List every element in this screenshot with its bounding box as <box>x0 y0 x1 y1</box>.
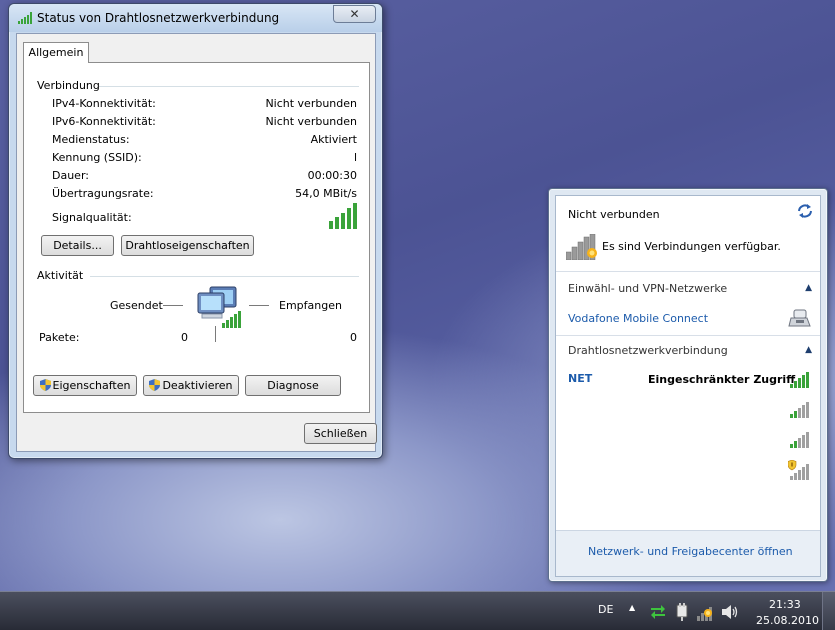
wireless-status-icon[interactable] <box>697 603 715 621</box>
signal-strength-icon <box>790 372 809 388</box>
unsecured-network-signal-icon <box>788 460 809 480</box>
wireless-network-item[interactable] <box>556 398 820 422</box>
uac-shield-icon <box>39 379 51 391</box>
connection-status: Nicht verbunden <box>568 208 660 221</box>
dialog-titlebar[interactable]: Status von Drahtlosnetzwerkverbindung ✕ <box>9 4 382 32</box>
collapse-chevron-icon[interactable]: ▲ <box>805 345 812 355</box>
packets-label: Pakete: <box>39 331 80 344</box>
signal-quality-label: Signalqualität: <box>52 211 132 224</box>
divider <box>90 276 359 277</box>
flyout-panel: Nicht verbunden Es sind Verbindungen ver… <box>555 195 821 577</box>
sent-label: Gesendet <box>110 299 163 312</box>
connections-available-text: Es sind Verbindungen verfügbar. <box>602 240 781 253</box>
clock-time[interactable]: 21:33 <box>769 598 801 611</box>
uac-shield-icon <box>149 379 161 391</box>
clock-date[interactable]: 25.08.2010 <box>756 614 819 627</box>
received-line <box>249 305 269 306</box>
tab-panel: Verbindung IPv4-Konnektivität: Nicht ver… <box>23 62 370 413</box>
connection-group-label: Verbindung <box>37 79 100 92</box>
wireless-network-item[interactable] <box>556 428 820 452</box>
sent-line <box>163 305 183 306</box>
media-status-value: Aktiviert <box>310 133 357 146</box>
diagnose-button[interactable]: Diagnose <box>245 375 341 396</box>
deactivate-button-label: Deaktivieren <box>162 379 233 392</box>
ipv4-label: IPv4-Konnektivität: <box>52 97 156 110</box>
wireless-properties-button[interactable]: Drahtloseigenschaften <box>121 235 254 256</box>
refresh-icon[interactable] <box>796 203 814 219</box>
divider <box>556 271 820 272</box>
wireless-network-item[interactable] <box>556 458 820 482</box>
ipv6-label: IPv6-Konnektivität: <box>52 115 156 128</box>
signal-strength-icon <box>790 402 809 418</box>
volume-icon[interactable] <box>721 604 739 620</box>
signal-icon <box>18 12 32 24</box>
vodafone-connection-item[interactable]: Vodafone Mobile Connect <box>568 312 708 325</box>
speed-label: Übertragungsrate: <box>52 187 154 200</box>
packets-sent-value: 0 <box>181 331 188 344</box>
ssid-value: l <box>353 151 357 164</box>
show-hidden-icons-icon[interactable]: ▲ <box>629 603 635 612</box>
divider <box>556 335 820 336</box>
network-available-icon <box>566 234 597 260</box>
duration-value: 00:00:30 <box>307 169 357 182</box>
properties-button-label: Eigenschaften <box>52 379 131 392</box>
duration-label: Dauer: <box>52 169 89 182</box>
details-button[interactable]: Details... <box>41 235 114 256</box>
ipv4-value: Nicht verbunden <box>265 97 357 110</box>
network-activity-icon[interactable] <box>650 604 666 620</box>
power-plug-icon[interactable] <box>674 603 690 621</box>
flyout-footer: Netzwerk- und Freigabecenter öffnen <box>556 530 820 576</box>
speed-value: 54,0 MBit/s <box>295 187 357 200</box>
language-indicator[interactable]: DE <box>598 603 613 616</box>
network-computers-icon <box>197 286 241 328</box>
ssid-label: Kennung (SSID): <box>52 151 142 164</box>
media-status-label: Medienstatus: <box>52 133 130 146</box>
dialog-client: Allgemein Verbindung IPv4-Konnektivität:… <box>16 33 377 452</box>
divider <box>99 86 359 87</box>
taskbar: DE ▲ 21:33 25.08.2010 <box>0 591 835 630</box>
show-desktop-button[interactable] <box>822 592 835 630</box>
received-label: Empfangen <box>279 299 342 312</box>
activity-group-label: Aktivität <box>37 269 84 282</box>
packets-divider <box>215 326 216 342</box>
network-center-link[interactable]: Netzwerk- und Freigabecenter öffnen <box>588 545 793 558</box>
network-name: NET <box>568 372 593 385</box>
dialup-modem-icon <box>788 309 811 327</box>
status-dialog: Status von Drahtlosnetzwerkverbindung ✕ … <box>8 3 383 459</box>
network-flyout: Nicht verbunden Es sind Verbindungen ver… <box>548 188 828 582</box>
close-button[interactable]: Schließen <box>304 423 377 444</box>
network-status: Eingeschränkter Zugriff <box>648 373 796 386</box>
ipv6-value: Nicht verbunden <box>265 115 357 128</box>
tab-general[interactable]: Allgemein <box>23 42 89 63</box>
collapse-chevron-icon[interactable]: ▲ <box>805 283 812 293</box>
dialup-section-header[interactable]: Einwähl- und VPN-Netzwerke <box>568 282 727 295</box>
packets-received-value: 0 <box>350 331 357 344</box>
properties-button[interactable]: Eigenschaften <box>33 375 137 396</box>
signal-strength-icon <box>790 432 809 448</box>
deactivate-button[interactable]: Deaktivieren <box>143 375 239 396</box>
signal-strength-icon <box>329 203 357 229</box>
close-window-button[interactable]: ✕ <box>333 5 376 23</box>
dialog-title: Status von Drahtlosnetzwerkverbindung <box>37 11 280 25</box>
wireless-section-header[interactable]: Drahtlosnetzwerkverbindung <box>568 344 728 357</box>
wireless-network-item[interactable]: NET Eingeschränkter Zugriff <box>556 368 820 392</box>
